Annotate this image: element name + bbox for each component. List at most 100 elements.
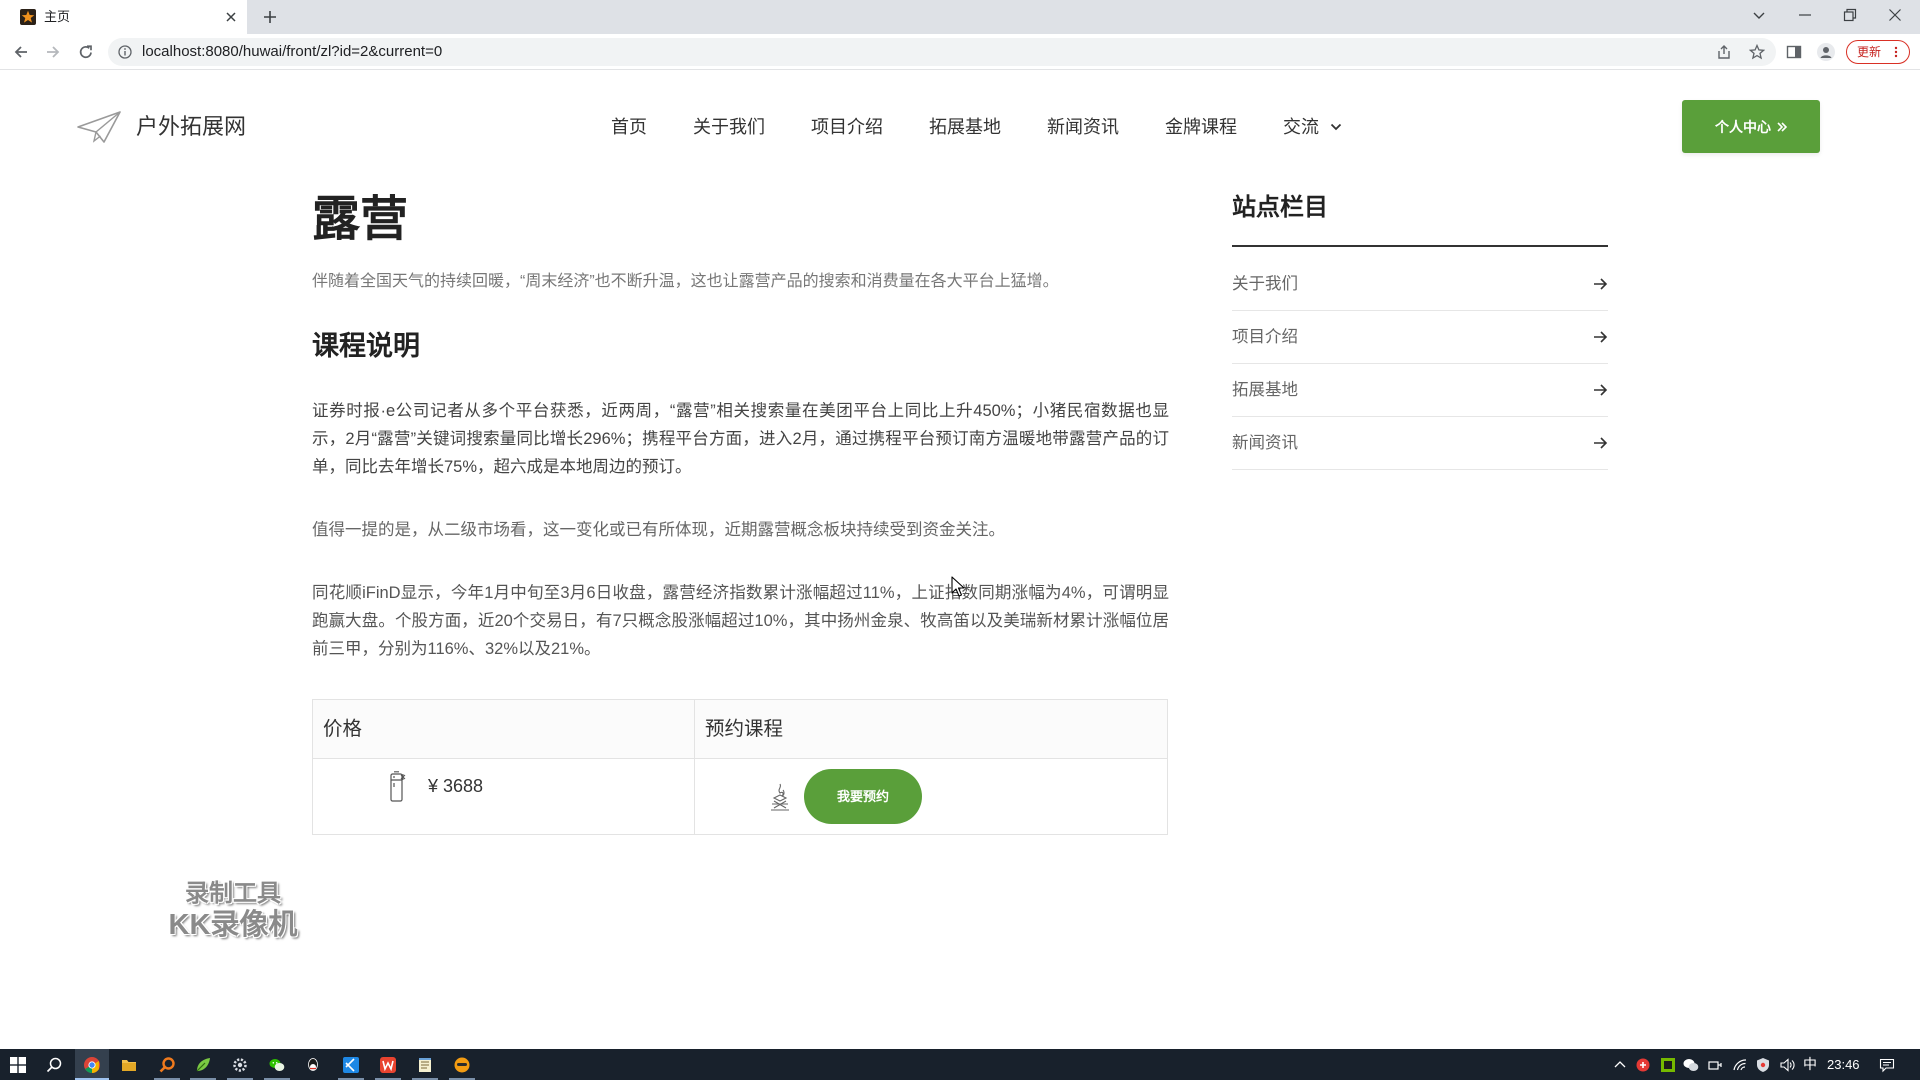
table-header-price: 价格: [323, 718, 363, 740]
update-button[interactable]: 更新: [1846, 40, 1910, 64]
table-column-divider: [694, 700, 695, 834]
site-favicon: [20, 9, 36, 25]
nav-exchange-label: 交流: [1283, 117, 1319, 137]
user-center-button[interactable]: 个人中心: [1682, 100, 1820, 153]
new-tab-icon[interactable]: [262, 9, 278, 25]
arrow-right-icon: [1592, 329, 1608, 345]
thermos-icon: [388, 771, 406, 803]
qq-icon[interactable]: [305, 1057, 321, 1073]
paper-plane-logo-icon[interactable]: [76, 110, 122, 144]
windows-taskbar: 中 23:46: [0, 1049, 1920, 1080]
forward-arrow-icon[interactable]: [45, 44, 61, 60]
address-bar[interactable]: localhost:8080/huwai/front/zl?id=2&curre…: [108, 38, 1776, 66]
campfire-icon: [769, 782, 791, 812]
media-app-icon[interactable]: [454, 1057, 470, 1073]
watermark-line-1: 录制工具: [185, 880, 281, 907]
settings-gear-icon[interactable]: [232, 1057, 248, 1073]
sidebar-item-label: 关于我们: [1232, 275, 1298, 293]
vscode-icon[interactable]: [343, 1057, 359, 1073]
restore-icon[interactable]: [1843, 8, 1857, 22]
nav-news[interactable]: 新闻资讯: [1047, 115, 1119, 139]
sidebar-title: 站点栏目: [1232, 194, 1328, 221]
share-icon[interactable]: [1716, 44, 1732, 60]
sidebar-list: 关于我们 项目介绍 拓展基地 新闻资讯: [1232, 258, 1608, 470]
nav-exchange[interactable]: 交流: [1283, 115, 1342, 139]
nav-courses[interactable]: 金牌课程: [1165, 115, 1237, 139]
network-device-icon[interactable]: [1707, 1057, 1723, 1073]
chevron-down-icon: [1330, 123, 1342, 131]
sidebar-title-rule: [1232, 245, 1608, 247]
wifi-icon[interactable]: [1732, 1057, 1748, 1073]
recorder-watermark: 录制工具 KK录像机: [158, 880, 308, 942]
sidebar-item-projects[interactable]: 项目介绍: [1232, 311, 1608, 364]
volume-icon[interactable]: [1779, 1057, 1795, 1073]
sidebar-item-label: 新闻资讯: [1232, 434, 1298, 452]
double-chevron-right-icon: [1777, 121, 1787, 132]
window-close-icon[interactable]: [1888, 8, 1902, 22]
wechat-tray-icon[interactable]: [1683, 1057, 1699, 1073]
chrome-icon[interactable]: [84, 1057, 100, 1073]
url-text[interactable]: localhost:8080/huwai/front/zl?id=2&curre…: [142, 43, 442, 61]
watermark-line-2: KK录像机: [168, 909, 298, 941]
leaf-app-icon[interactable]: [195, 1057, 211, 1073]
wps-icon[interactable]: [380, 1057, 396, 1073]
sidebar-item-about[interactable]: 关于我们: [1232, 258, 1608, 311]
book-course-button[interactable]: 我要预约: [804, 769, 922, 824]
tab-close-icon[interactable]: [224, 10, 238, 24]
minimize-icon[interactable]: [1798, 8, 1812, 22]
antivirus-icon[interactable]: [1635, 1057, 1651, 1073]
sidebar-item-label: 项目介绍: [1232, 328, 1298, 346]
nav-home[interactable]: 首页: [611, 115, 647, 139]
nvidia-icon[interactable]: [1660, 1057, 1676, 1073]
show-hidden-icons-chevron[interactable]: [1612, 1057, 1628, 1073]
notification-icon[interactable]: [1879, 1057, 1895, 1073]
update-label: 更新: [1857, 45, 1882, 59]
everything-search-icon[interactable]: [159, 1057, 175, 1073]
article-paragraph: 同花顺iFinD显示，今年1月中旬至3月6日收盘，露营经济指数累计涨幅超过11%…: [312, 584, 1169, 658]
user-center-label: 个人中心: [1715, 118, 1771, 135]
taskbar-clock[interactable]: 23:46: [1827, 1057, 1860, 1072]
arrow-right-icon: [1592, 382, 1608, 398]
profile-avatar-icon[interactable]: [1817, 43, 1835, 61]
wechat-icon[interactable]: [269, 1057, 285, 1073]
sidebar-item-label: 拓展基地: [1232, 381, 1298, 399]
article-paragraph: 证券时报·e公司记者从多个平台获悉，近两周，“露营”相关搜索量在美团平台上同比上…: [312, 402, 1169, 476]
sidebar-item-news[interactable]: 新闻资讯: [1232, 417, 1608, 470]
browser-tab-bar: 主页: [0, 0, 1920, 34]
tab-search-chevron-icon[interactable]: [1752, 8, 1766, 22]
article-paragraph: 值得一提的是，从二级市场看，这一变化或已有所体现，近期露营概念板块持续受到资金关…: [312, 521, 1005, 539]
course-price: ¥ 3688: [428, 776, 484, 796]
nav-projects[interactable]: 项目介绍: [811, 115, 883, 139]
tab-title: 主页: [44, 9, 71, 24]
screen: 主页 localhost:8080/huwai/front/zl?id=2&cu…: [0, 0, 1920, 1080]
table-header-booking: 预约课程: [705, 718, 784, 740]
article-summary: 伴随着全国天气的持续回暖，“周末经济”也不断升温，这也让露营产品的搜索和消费量在…: [312, 273, 1059, 290]
windows-start-icon[interactable]: [10, 1057, 26, 1073]
browser-toolbar: localhost:8080/huwai/front/zl?id=2&curre…: [0, 34, 1920, 70]
ime-indicator[interactable]: 中: [1803, 1056, 1817, 1072]
shield-tray-icon[interactable]: [1755, 1057, 1771, 1073]
main-nav: 首页 关于我们 项目介绍 拓展基地 新闻资讯 金牌课程 交流: [611, 115, 1342, 139]
file-explorer-icon[interactable]: [121, 1057, 137, 1073]
web-page: 户外拓展网 首页 关于我们 项目介绍 拓展基地 新闻资讯 金牌课程 交流 个人中…: [0, 70, 1920, 1049]
reload-icon[interactable]: [78, 44, 94, 60]
bookmark-star-icon[interactable]: [1749, 44, 1765, 60]
book-course-label: 我要预约: [836, 788, 889, 804]
site-name[interactable]: 户外拓展网: [136, 113, 246, 141]
nav-about[interactable]: 关于我们: [693, 115, 765, 139]
sidebar-item-bases[interactable]: 拓展基地: [1232, 364, 1608, 417]
back-arrow-icon[interactable]: [13, 44, 29, 60]
mouse-cursor-icon: [951, 576, 965, 598]
browser-tab-active[interactable]: 主页: [0, 0, 247, 34]
more-menu-icon[interactable]: [1893, 46, 1899, 58]
arrow-right-icon: [1592, 276, 1608, 292]
site-info-icon[interactable]: [118, 45, 132, 59]
notepad-icon[interactable]: [417, 1057, 433, 1073]
section-heading: 课程说明: [312, 331, 420, 361]
nav-bases[interactable]: 拓展基地: [929, 115, 1001, 139]
search-icon[interactable]: [46, 1057, 62, 1073]
arrow-right-icon: [1592, 435, 1608, 451]
course-info-table: 价格 预约课程 ¥ 3688 我要预约: [312, 699, 1168, 835]
article-title: 露营: [312, 193, 409, 246]
side-panel-icon[interactable]: [1786, 44, 1802, 60]
